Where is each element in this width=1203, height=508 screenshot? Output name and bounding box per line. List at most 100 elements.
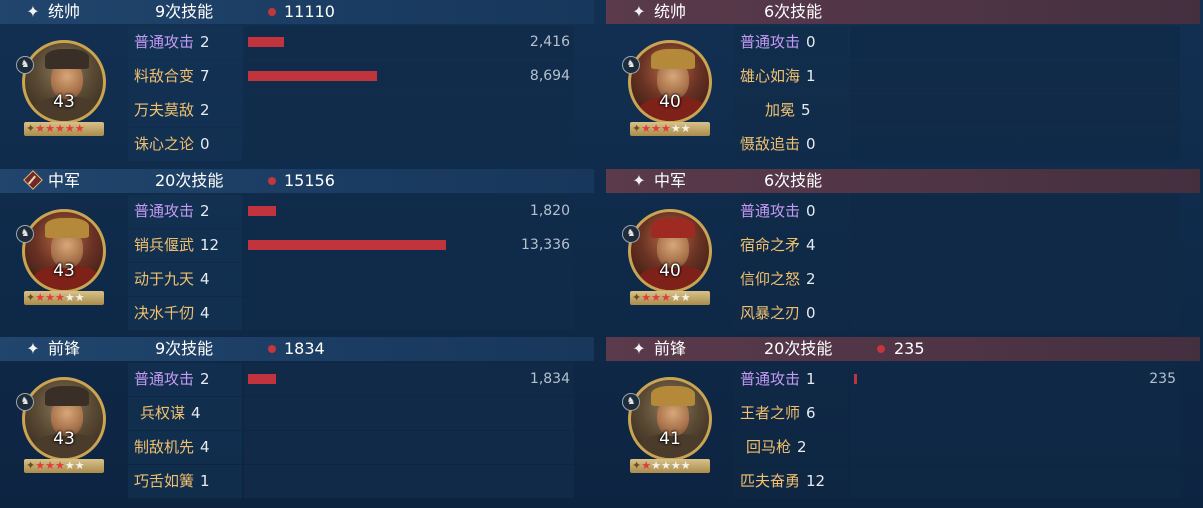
skill-row[interactable]: 普通攻击 2 1,820 xyxy=(128,195,574,228)
skill-trigger-count: 5 xyxy=(801,101,811,119)
skill-count-label: 6次技能 xyxy=(764,171,823,190)
skill-row[interactable]: 销兵偃武 12 13,336 xyxy=(128,229,574,262)
general-level: 40 xyxy=(659,261,681,281)
damage-cell xyxy=(244,397,574,430)
rank-icon: ✦ xyxy=(632,122,642,135)
skill-row[interactable]: 匹夫奋勇 12 xyxy=(734,465,1180,498)
general-section: ✦ 统帅 6次技能 ♞ 40 ✦★★★★★ 普通攻击 0 雄心如海 1 加冕 5 慑敌追击 0 xyxy=(606,0,1200,168)
damage-dot-icon xyxy=(268,177,276,185)
star-rating: ✦★★★★★ xyxy=(630,122,710,136)
skill-name: 制敌机先 xyxy=(134,438,195,456)
damage-value: 1,834 xyxy=(529,371,570,387)
rank-icon: ✦ xyxy=(26,291,36,304)
rank-icon: ✦ xyxy=(632,459,642,472)
skill-name: 料敌合变 xyxy=(134,67,195,85)
skill-count-label: 20次技能 xyxy=(764,339,833,358)
general-level: 43 xyxy=(53,429,75,449)
skill-count-label: 9次技能 xyxy=(155,2,214,21)
skill-name: 决水千仞 xyxy=(134,304,195,322)
sparkle-icon: ✦ xyxy=(26,2,40,21)
skill-row[interactable]: 普通攻击 2 2,416 xyxy=(128,26,574,59)
damage-cell xyxy=(850,26,1180,59)
skill-trigger-count: 0 xyxy=(806,33,816,51)
general-portrait[interactable]: ♞ 43 ✦★★★★★ xyxy=(16,377,106,477)
total-damage: 11110 xyxy=(284,2,335,21)
star-rating: ✦★★★★★ xyxy=(24,459,104,473)
skill-row[interactable]: 加冕 5 xyxy=(734,94,1180,127)
skill-trigger-count: 2 xyxy=(200,101,210,119)
role-label: 前锋 xyxy=(48,339,81,358)
skill-row[interactable]: 决水千仞 4 xyxy=(128,297,574,330)
mount-icon: ♞ xyxy=(622,393,640,411)
skill-trigger-count: 1 xyxy=(806,370,816,388)
star-icon: ★ xyxy=(64,459,75,472)
rank-icon: ✦ xyxy=(26,122,36,135)
skill-row[interactable]: 制敌机先 4 xyxy=(128,431,574,464)
skill-row[interactable]: 信仰之怒 2 xyxy=(734,263,1180,296)
skill-trigger-count: 2 xyxy=(200,202,210,220)
star-rating: ✦★★★★★ xyxy=(630,291,710,305)
rank-icon: ✦ xyxy=(632,291,642,304)
general-level: 43 xyxy=(53,92,75,112)
skill-row[interactable]: 万夫莫敌 2 xyxy=(128,94,574,127)
skill-count-label: 6次技能 xyxy=(764,2,823,21)
general-portrait[interactable]: ♞ 41 ✦★★★★★ xyxy=(622,377,712,477)
skill-row[interactable]: 巧舌如簧 1 xyxy=(128,465,574,498)
general-portrait[interactable]: ♞ 40 ✦★★★★★ xyxy=(622,40,712,140)
star-icon: ★ xyxy=(54,122,65,135)
skill-name: 巧舌如簧 xyxy=(134,472,195,490)
skill-row[interactable]: 兵权谋 4 xyxy=(128,397,574,430)
skill-row[interactable]: 回马枪 2 xyxy=(734,431,1180,464)
skill-row[interactable]: 慑敌追击 0 xyxy=(734,128,1180,161)
skill-row[interactable]: 普通攻击 0 xyxy=(734,26,1180,59)
skill-row[interactable]: 普通攻击 0 xyxy=(734,195,1180,228)
general-portrait[interactable]: ♞ 40 ✦★★★★★ xyxy=(622,209,712,309)
damage-value: 8,694 xyxy=(529,68,570,84)
skill-name: 万夫莫敌 xyxy=(134,101,195,119)
damage-dot-icon xyxy=(877,345,885,353)
skill-row[interactable]: 王者之师 6 xyxy=(734,397,1180,430)
skill-trigger-count: 2 xyxy=(797,438,807,456)
star-icon: ★ xyxy=(45,122,55,135)
skill-row[interactable]: 普通攻击 1 235 xyxy=(734,363,1180,396)
skill-row[interactable]: 诛心之论 0 xyxy=(128,128,574,161)
skill-row[interactable]: 雄心如海 1 xyxy=(734,60,1180,93)
general-portrait[interactable]: ♞ 43 ✦★★★★★ xyxy=(16,209,106,309)
skill-row[interactable]: 动于九天 4 xyxy=(128,263,574,296)
total-damage: 1834 xyxy=(284,339,325,358)
skill-row[interactable]: 料敌合变 7 8,694 xyxy=(128,60,574,93)
damage-cell xyxy=(850,128,1180,161)
section-header: ✦ 前锋 20次技能 235 xyxy=(606,337,1200,361)
skill-name: 风暴之刃 xyxy=(740,304,801,322)
mount-icon: ♞ xyxy=(16,225,34,243)
damage-bar xyxy=(248,71,377,81)
general-section: 中军 20次技能 15156 ♞ 43 ✦★★★★★ 普通攻击 2 1,820 销兵偃武 12 13,… xyxy=(0,169,594,337)
star-icon: ★ xyxy=(64,291,75,304)
skill-row[interactable]: 宿命之矛 4 xyxy=(734,229,1180,262)
damage-value: 2,416 xyxy=(529,34,570,50)
skill-name: 宿命之矛 xyxy=(740,236,801,254)
damage-cell: 235 xyxy=(850,363,1180,396)
sparkle-icon: ✦ xyxy=(26,339,40,358)
skill-trigger-count: 4 xyxy=(200,438,210,456)
star-icon: ★ xyxy=(641,459,652,472)
star-icon: ★ xyxy=(74,122,85,135)
star-icon: ★ xyxy=(74,291,85,304)
skill-row[interactable]: 普通攻击 2 1,834 xyxy=(128,363,574,396)
general-section: ✦ 统帅 9次技能 11110 ♞ 43 ✦★★★★★ 普通攻击 2 2,416 料敌合变 7 8,69… xyxy=(0,0,594,168)
skill-row[interactable]: 风暴之刃 0 xyxy=(734,297,1180,330)
damage-cell xyxy=(850,60,1180,93)
star-icon: ★ xyxy=(670,122,681,135)
damage-value: 235 xyxy=(1149,371,1176,387)
damage-cell xyxy=(244,263,574,296)
damage-cell xyxy=(850,465,1180,498)
mount-icon: ♞ xyxy=(16,393,34,411)
damage-cell: 13,336 xyxy=(244,229,574,262)
damage-cell: 1,820 xyxy=(244,195,574,228)
role-label: 统帅 xyxy=(654,2,687,21)
general-portrait[interactable]: ♞ 43 ✦★★★★★ xyxy=(16,40,106,140)
section-header: ✦ 统帅 6次技能 xyxy=(606,0,1200,24)
skill-name: 王者之师 xyxy=(740,404,801,422)
star-icon: ★ xyxy=(670,459,681,472)
left-team-panel: ✦ 统帅 9次技能 11110 ♞ 43 ✦★★★★★ 普通攻击 2 2,416 料敌合变 7 8,69… xyxy=(0,0,594,508)
